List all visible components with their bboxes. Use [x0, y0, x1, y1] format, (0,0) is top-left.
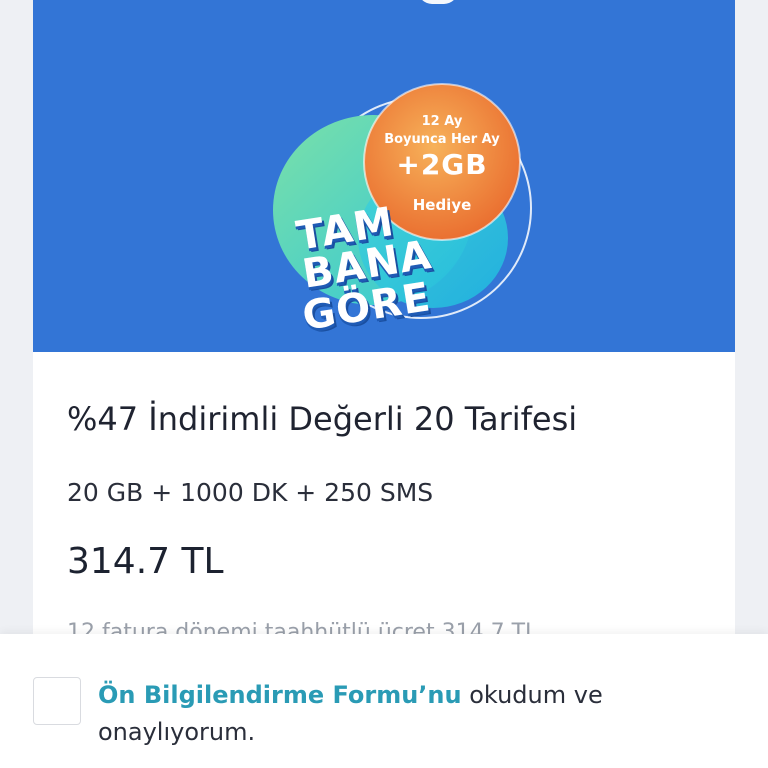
tariff-title: %47 İndirimli Değerli 20 Tarifesi	[67, 400, 578, 438]
pre-info-form-link[interactable]: Ön Bilgilendirme Formu’nu	[98, 681, 462, 709]
promo-gift-label: Hediye	[412, 196, 472, 214]
tariff-features: 20 GB + 1000 DK + 250 SMS	[67, 478, 434, 507]
promo-period-label: Boyunca Her Ay	[384, 132, 500, 147]
consent-checkbox[interactable]	[33, 677, 81, 725]
consent-text: Ön Bilgilendirme Formu’nu okudum ve onay…	[98, 677, 658, 751]
tariff-price: 314.7 TL	[67, 541, 224, 582]
tariff-card[interactable]: 12 Ay Boyunca Her Ay +2GB Hediye TAM BAN…	[33, 0, 735, 700]
promo-headline: +2GB	[396, 148, 488, 181]
promo-months-label: 12 Ay	[421, 114, 463, 129]
promo-banner: 12 Ay Boyunca Her Ay +2GB Hediye TAM BAN…	[33, 0, 735, 352]
